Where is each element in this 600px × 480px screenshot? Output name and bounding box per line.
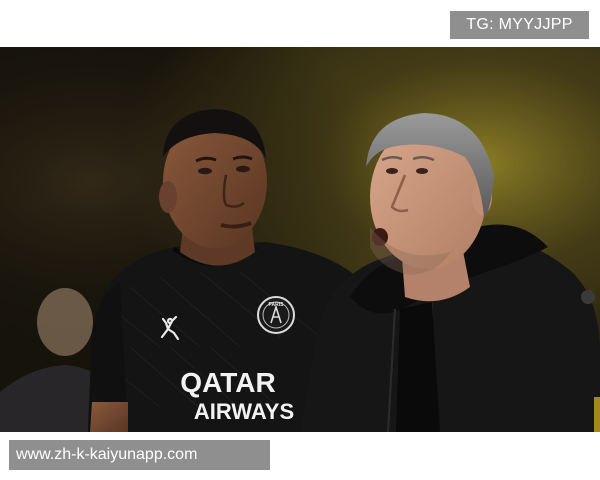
photo-illustration: PARIS QATAR AIRWAYS (0, 47, 600, 432)
jersey-sponsor-line1: QATAR (180, 367, 275, 398)
bottom-watermark: www.zh-k-kaiyunapp.com (9, 440, 270, 470)
bystander-head (37, 288, 93, 356)
club-crest-icon: PARIS (257, 296, 295, 334)
jersey-sponsor-line2: AIRWAYS (194, 399, 294, 424)
photo: PARIS QATAR AIRWAYS (0, 47, 600, 432)
crest-text: PARIS (269, 302, 285, 308)
top-watermark: TG: MYYJJPP (450, 11, 589, 39)
